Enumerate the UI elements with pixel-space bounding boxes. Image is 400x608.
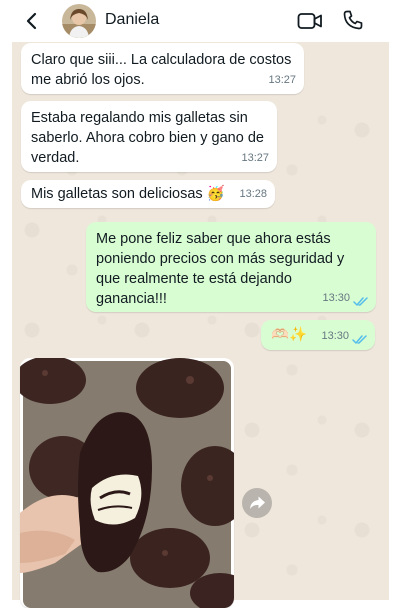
chat-header: Daniela: [12, 0, 389, 42]
message-time: 13:30: [322, 292, 350, 304]
message-bubble-incoming[interactable]: Claro que siii... La calculadora de cost…: [21, 43, 304, 94]
video-call-icon[interactable]: [297, 10, 323, 32]
message-time: 13:27: [268, 74, 296, 86]
message-bubble-incoming[interactable]: Estaba regalando mis galletas sin saberl…: [21, 101, 277, 172]
message-text: Claro que siii... La calculadora de cost…: [31, 52, 292, 88]
phone-call-icon[interactable]: [342, 9, 364, 31]
back-arrow-icon[interactable]: [22, 11, 42, 31]
photo-message[interactable]: [20, 358, 234, 608]
cookies-photo: [20, 358, 234, 608]
read-receipt-icon: [353, 297, 368, 306]
message-time: 13:30: [321, 330, 349, 342]
forward-button[interactable]: [242, 488, 272, 518]
message-text: Estaba regalando mis galletas sin saberl…: [31, 110, 264, 166]
message-time: 13:27: [241, 152, 269, 164]
read-receipt-icon: [352, 335, 367, 344]
message-bubble-incoming[interactable]: Mis galletas son deliciosas 🥳 13:28: [21, 180, 275, 208]
message-text: 🫶🏻✨: [271, 327, 308, 343]
contact-name[interactable]: Daniela: [105, 11, 159, 29]
message-bubble-outgoing[interactable]: 🫶🏻✨ 13:30: [261, 320, 375, 350]
message-time: 13:28: [239, 188, 267, 200]
avatar[interactable]: [62, 4, 96, 38]
message-text: Mis galletas son deliciosas 🥳: [31, 186, 225, 202]
forward-arrow-icon: [250, 496, 265, 509]
message-bubble-outgoing[interactable]: Me pone feliz saber que ahora estás poni…: [86, 222, 376, 312]
